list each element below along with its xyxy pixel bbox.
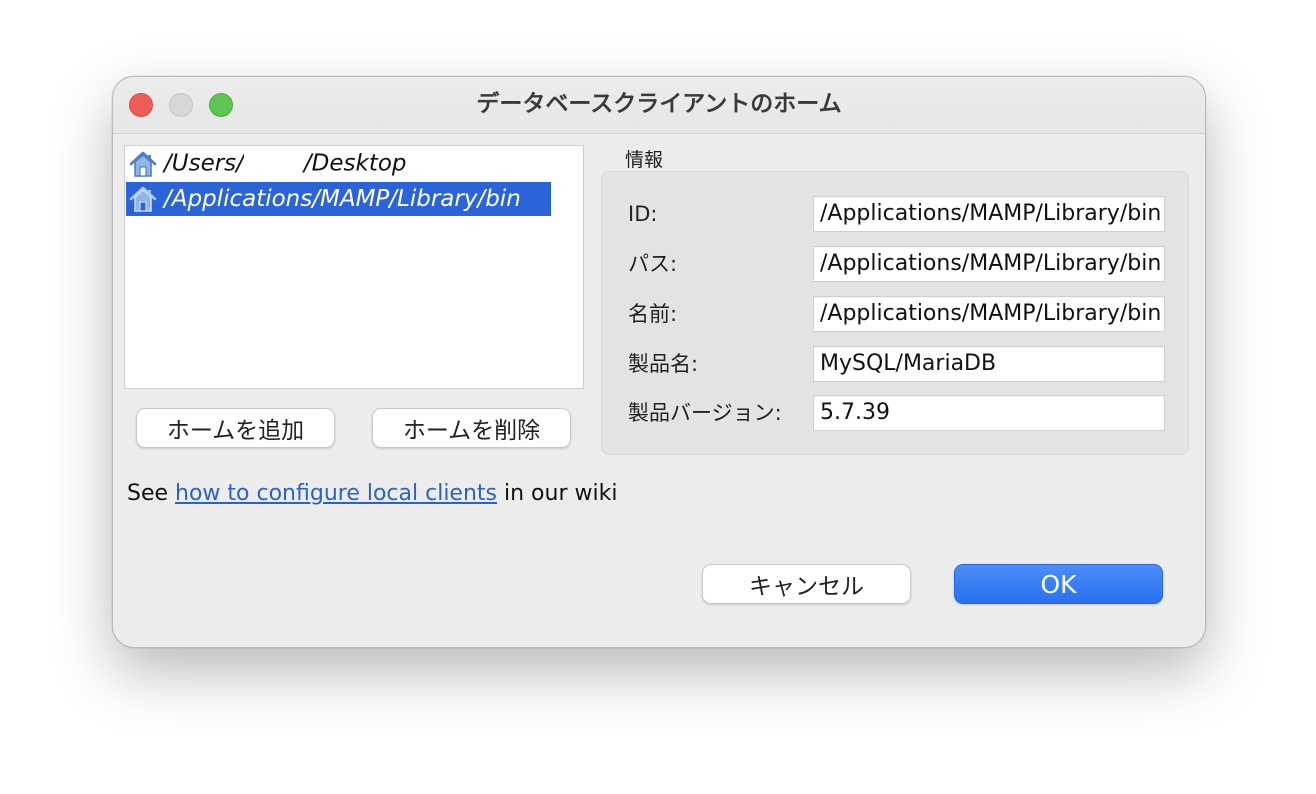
list-item-users-desktop[interactable]: /Users//Desktop: [126, 147, 551, 181]
path-field[interactable]: /Applications/MAMP/Library/bin: [813, 246, 1165, 282]
remove-home-button[interactable]: ホームを削除: [372, 408, 571, 448]
wiki-hint: See how to configure local clients in ou…: [127, 481, 617, 506]
wiki-hint-prefix: See: [127, 481, 176, 506]
id-field[interactable]: /Applications/MAMP/Library/bin: [813, 196, 1165, 232]
product-name-field[interactable]: MySQL/MariaDB: [813, 346, 1165, 382]
product-version-label: 製品バージョン:: [628, 401, 782, 425]
product-name-label: 製品名:: [628, 352, 699, 376]
ok-button[interactable]: OK: [954, 564, 1163, 604]
info-group-title: 情報: [625, 149, 664, 171]
window-title: データベースクライアントのホーム: [476, 91, 842, 117]
name-field[interactable]: /Applications/MAMP/Library/bin: [813, 296, 1165, 332]
dialog-window: データベースクライアントのホーム /Users//Desktop /Applic…: [112, 76, 1206, 648]
id-label: ID:: [628, 202, 658, 226]
list-item-label: /Applications/MAMP/Library/bin: [164, 186, 521, 212]
homes-list[interactable]: /Users//Desktop /Applications/MAMP/Libra…: [124, 145, 584, 389]
redacted-username: [243, 150, 304, 178]
title-bar[interactable]: データベースクライアントのホーム: [113, 77, 1205, 134]
path-label: パス:: [628, 252, 678, 276]
list-item-label: /Users//Desktop: [164, 150, 407, 178]
info-group: ID: /Applications/MAMP/Library/bin パス: /…: [601, 171, 1189, 455]
home-icon: [126, 147, 160, 181]
wiki-hint-suffix: in our wiki: [497, 481, 618, 506]
name-label: 名前:: [628, 302, 678, 326]
home-icon: [126, 182, 160, 216]
cancel-button[interactable]: キャンセル: [702, 564, 911, 604]
list-item-mamp-bin[interactable]: /Applications/MAMP/Library/bin: [126, 182, 551, 216]
add-home-button[interactable]: ホームを追加: [136, 408, 335, 448]
configure-local-clients-link[interactable]: how to configure local clients: [175, 481, 497, 506]
product-version-field[interactable]: 5.7.39: [813, 395, 1165, 431]
